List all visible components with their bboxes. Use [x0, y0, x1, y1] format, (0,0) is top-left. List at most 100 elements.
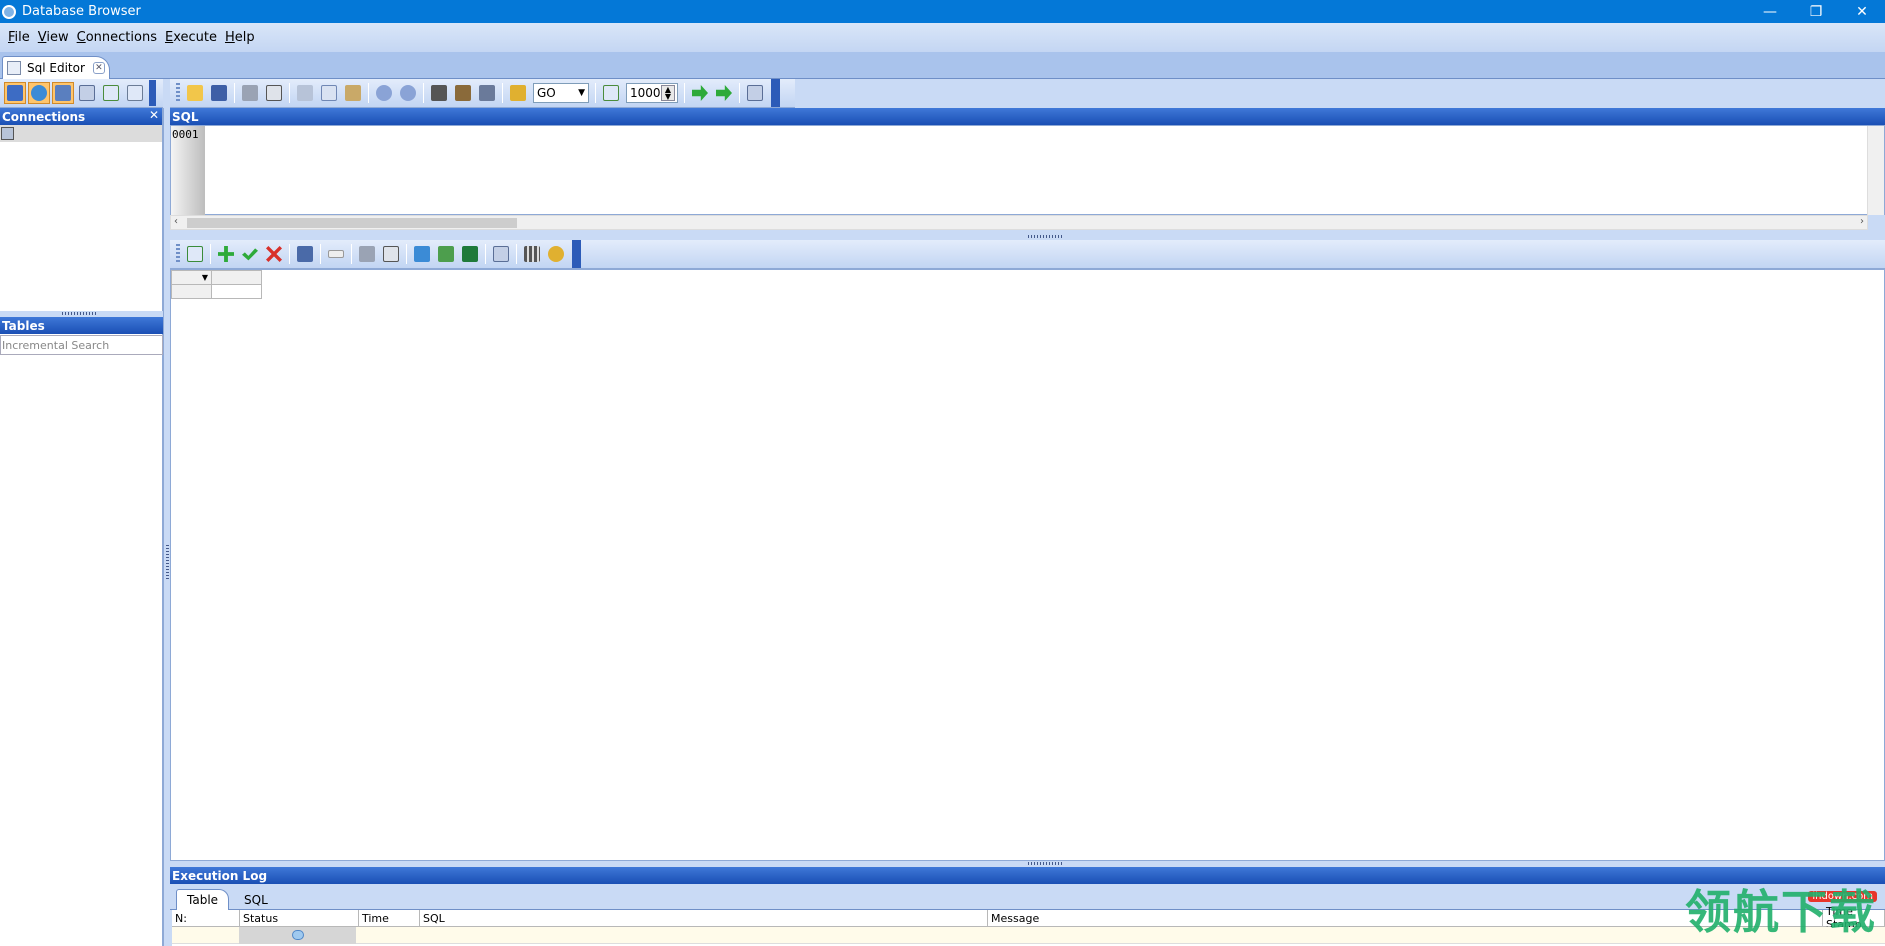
log-row[interactable]	[172, 927, 1885, 944]
print-button[interactable]	[239, 82, 261, 104]
arrow-right-icon	[692, 85, 708, 101]
execution-log-grid[interactable]: N: Status Time SQL Message Time Stamp	[172, 905, 1885, 946]
toolbar-grip[interactable]	[176, 244, 180, 264]
close-panel-icon[interactable]: ✕	[149, 108, 159, 122]
add-row-button[interactable]	[215, 243, 237, 265]
limit-rows-button[interactable]	[600, 82, 622, 104]
close-button[interactable]: ✕	[1839, 0, 1885, 23]
export-button[interactable]	[411, 243, 433, 265]
log-column-status[interactable]: Status	[240, 910, 359, 927]
sql-format-button[interactable]	[744, 82, 766, 104]
toolbar-overflow-chevron[interactable]	[572, 240, 581, 268]
window-title: Database Browser	[22, 4, 141, 19]
status-info-icon	[292, 930, 304, 940]
toolbar-overflow-chevron[interactable]	[149, 80, 156, 106]
tab-sql-editor[interactable]: Sql Editor ✕	[2, 56, 110, 79]
menu-help-label: elp	[234, 30, 255, 45]
record-view-button[interactable]	[490, 243, 512, 265]
tab-sql-editor-label: Sql Editor	[27, 61, 85, 75]
remove-connection-button[interactable]	[124, 82, 146, 104]
scroll-thumb[interactable]	[187, 218, 517, 228]
tab-log-sql[interactable]: SQL	[234, 889, 278, 910]
spinner-icon[interactable]: ▲ ▼	[661, 85, 675, 101]
minimize-button[interactable]: —	[1747, 0, 1793, 23]
redo-button[interactable]	[397, 82, 419, 104]
log-column-time[interactable]: Time	[359, 910, 420, 927]
sql-panel: SQL 0001 ‹ ›	[170, 108, 1885, 234]
execute-all-button[interactable]	[713, 82, 735, 104]
sql-header: SQL	[170, 108, 1885, 125]
copy-button[interactable]	[318, 82, 340, 104]
grid-print-preview-button[interactable]	[380, 243, 402, 265]
execute-button[interactable]	[689, 82, 711, 104]
log-column-n[interactable]: N:	[172, 910, 240, 927]
incremental-search-input[interactable]: Incremental Search	[0, 335, 163, 355]
max-rows-input[interactable]: 1000 ▲ ▼	[626, 83, 678, 103]
undo-button[interactable]	[373, 82, 395, 104]
grid-column-header[interactable]	[211, 270, 262, 285]
restore-button[interactable]: ❐	[1793, 0, 1839, 23]
database-connection-icon	[1, 127, 14, 140]
connection-tree-root[interactable]	[0, 125, 162, 142]
toolbar-overflow-chevron[interactable]	[771, 79, 780, 107]
replace-button[interactable]	[476, 82, 498, 104]
statement-terminator-value: GO	[537, 86, 556, 100]
scroll-left-icon[interactable]: ‹	[174, 216, 178, 227]
menu-view[interactable]: View	[34, 30, 73, 45]
refresh-button[interactable]	[184, 243, 206, 265]
columns-button[interactable]	[521, 243, 543, 265]
log-column-sql[interactable]: SQL	[420, 910, 988, 927]
statement-terminator-select[interactable]: GO ▼	[533, 83, 589, 103]
tab-close-icon[interactable]: ✕	[92, 62, 105, 74]
print-icon	[242, 85, 258, 101]
connections-toggle-button[interactable]	[52, 82, 74, 104]
print-preview-button[interactable]	[263, 82, 285, 104]
delete-row-button[interactable]	[263, 243, 285, 265]
save-button[interactable]	[208, 82, 230, 104]
new-connection-button[interactable]	[100, 82, 122, 104]
menu-connections[interactable]: Connections	[73, 30, 161, 45]
menu-file[interactable]: File	[4, 30, 34, 45]
sql-editor-toggle-button[interactable]	[4, 82, 26, 104]
editor-horizontal-scrollbar[interactable]: ‹ ›	[170, 215, 1868, 230]
grid-cell[interactable]	[211, 284, 262, 299]
toolbar-separator	[289, 244, 290, 264]
export-excel-button[interactable]	[459, 243, 481, 265]
blob-editor-button[interactable]	[325, 243, 347, 265]
tab-log-table[interactable]: Table	[176, 889, 230, 910]
find-next-button[interactable]	[452, 82, 474, 104]
editor-vertical-scrollbar[interactable]	[1867, 126, 1884, 215]
vertical-splitter[interactable]	[163, 108, 170, 946]
cut-button[interactable]	[294, 82, 316, 104]
post-row-button[interactable]	[239, 243, 261, 265]
open-button[interactable]	[184, 82, 206, 104]
execute-all-icon	[716, 85, 732, 101]
toolbar-separator	[423, 83, 424, 103]
clear-button[interactable]	[507, 82, 529, 104]
properties-button[interactable]	[76, 82, 98, 104]
copy-grid-button[interactable]	[294, 243, 316, 265]
grid-options-button[interactable]	[545, 243, 567, 265]
menu-help[interactable]: Help	[221, 30, 259, 45]
print-icon	[359, 246, 375, 262]
result-grid[interactable]: ▼	[170, 269, 1885, 861]
sql-editor[interactable]: 0001	[170, 125, 1885, 215]
export-html-button[interactable]	[435, 243, 457, 265]
main-toolbar: GO ▼ 1000 ▲ ▼	[170, 79, 795, 108]
paste-button[interactable]	[342, 82, 364, 104]
browser-toggle-button[interactable]	[28, 82, 50, 104]
toolbar-grip[interactable]	[176, 83, 180, 103]
toolbar-separator	[595, 83, 596, 103]
toolbar-separator	[320, 244, 321, 264]
grid-print-button[interactable]	[356, 243, 378, 265]
properties-icon	[79, 85, 95, 101]
find-button[interactable]	[428, 82, 450, 104]
redo-icon	[400, 85, 416, 101]
menu-execute[interactable]: Execute	[161, 30, 221, 45]
grid-row-indicator[interactable]	[171, 284, 212, 299]
scroll-right-icon[interactable]: ›	[1860, 216, 1864, 227]
export-icon	[414, 246, 430, 262]
toolbar-separator	[234, 83, 235, 103]
grid-indicator-header[interactable]: ▼	[171, 270, 212, 285]
splitter-grip	[166, 545, 169, 581]
